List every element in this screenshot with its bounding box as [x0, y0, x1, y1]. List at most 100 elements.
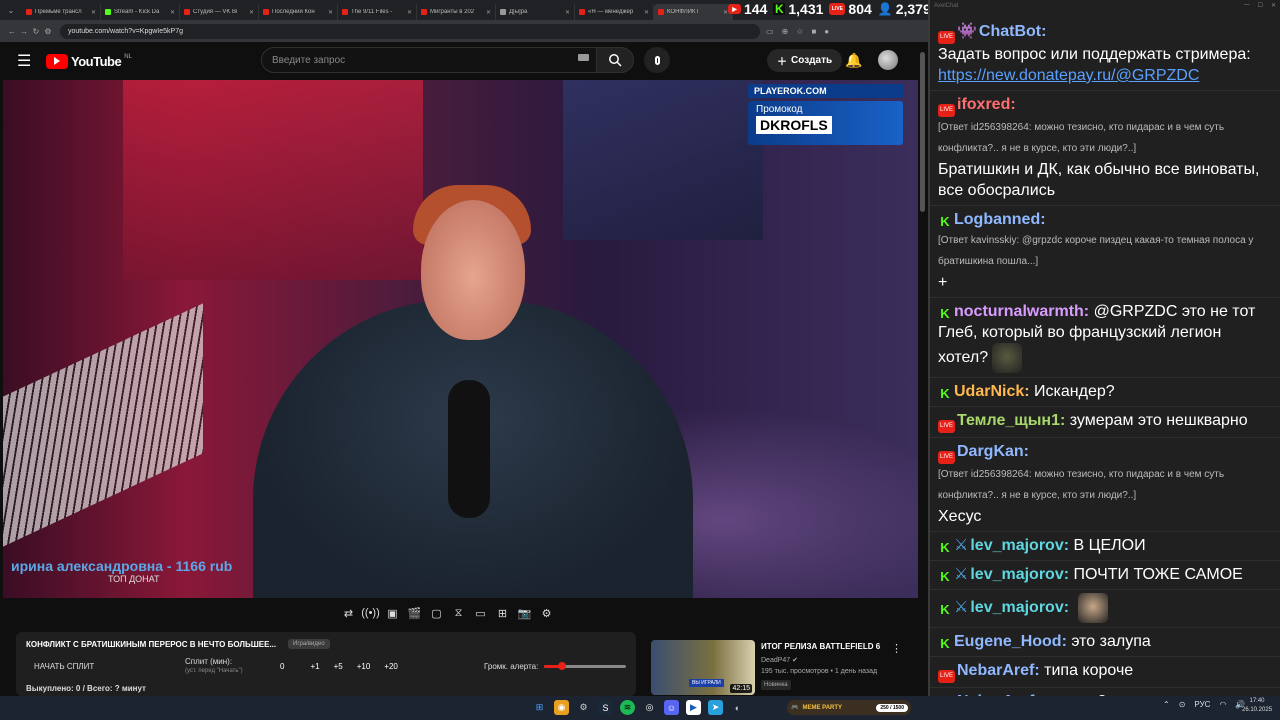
install-icon[interactable]: ▭ — [766, 27, 774, 36]
wifi-icon[interactable]: ◠ — [1219, 700, 1226, 709]
translate-icon[interactable]: ⊕ — [782, 27, 789, 36]
chat-username[interactable]: DargKan: — [957, 443, 1029, 460]
notifications-bell-icon[interactable]: 🔔 — [845, 52, 862, 69]
search-button[interactable] — [596, 47, 634, 73]
site-info-icon[interactable]: ⚙ — [42, 27, 54, 36]
more-options-icon[interactable]: ⋮ — [891, 642, 902, 655]
browser-tab[interactable]: Мигранты в 202 ✕ — [417, 4, 496, 20]
timer-icon[interactable]: ⧖ — [450, 605, 467, 622]
close-icon[interactable]: ✕ — [1271, 2, 1276, 9]
chat-link[interactable]: https://new.donatepay.ru/@GRPZDC — [938, 65, 1274, 86]
tab-close-icon[interactable]: ✕ — [170, 9, 175, 16]
browser-tab[interactable]: КОНФЛИКТ ✕ — [654, 4, 733, 20]
page-scrollbar[interactable] — [918, 42, 928, 696]
profile-icon[interactable]: ● — [824, 27, 829, 36]
chat-username[interactable]: Eugene_Hood: — [954, 633, 1067, 650]
recommended-title[interactable]: ИТОГ РЕЛИЗА BATTLEFIELD 6 — [761, 642, 880, 651]
search-input[interactable]: Введите запрос — [261, 47, 597, 73]
broadcast-icon[interactable]: ((•)) — [361, 605, 380, 622]
chat-username[interactable]: Темле_щын1: — [957, 412, 1065, 429]
forward-icon[interactable]: → — [18, 27, 30, 36]
browser-tab[interactable]: The 9/11 Files - ✕ — [338, 4, 417, 20]
avatar[interactable] — [878, 50, 898, 70]
chat-username[interactable]: Logbanned: — [954, 211, 1046, 228]
camera-icon[interactable]: 📷 — [516, 605, 533, 622]
tab-title: The 9/11 Files - — [351, 9, 393, 15]
loop-icon[interactable]: ⇄ — [340, 605, 357, 622]
spotify-icon[interactable]: ≋ — [620, 700, 635, 715]
chevron-up-icon[interactable]: ⌃ — [1163, 700, 1170, 709]
clock[interactable]: 17:40 26.10.2025 — [1242, 697, 1272, 715]
chat-username[interactable]: NebarAref: — [957, 662, 1040, 679]
tab-close-icon[interactable]: ✕ — [249, 9, 254, 16]
create-button[interactable]: ＋ Создать — [767, 49, 843, 72]
maximize-icon[interactable]: ☐ — [1258, 2, 1263, 9]
minimize-icon[interactable]: — — [1244, 2, 1250, 9]
tab-favicon-icon — [500, 9, 506, 15]
tab-close-icon[interactable]: ✕ — [407, 9, 412, 16]
chat-username[interactable]: ifoxred: — [957, 96, 1016, 113]
menu-icon[interactable]: ☰ — [17, 51, 33, 71]
telegram-icon[interactable]: ➤ — [708, 700, 723, 715]
volume-knob[interactable] — [558, 662, 567, 670]
recommended-thumbnail[interactable]: ВЫ ИГРАЛИ 42:15 — [651, 640, 755, 695]
scrollbar-thumb[interactable] — [920, 52, 925, 212]
screenshot-settings-icon[interactable]: ▣ — [384, 605, 401, 622]
split-value-0[interactable]: 0 — [280, 662, 284, 671]
obs-icon[interactable]: ◎ — [642, 700, 657, 715]
youtube-live-icon: LIVE — [938, 31, 955, 44]
tab-close-icon[interactable]: ✕ — [486, 9, 491, 16]
browser-tab[interactable]: Д[ы]ра ✕ — [496, 4, 575, 20]
chat-username[interactable]: lev_majorov: — [970, 599, 1069, 616]
keyboard-icon[interactable] — [578, 54, 589, 61]
settings-icon[interactable]: ⚙ — [576, 700, 591, 715]
language-indicator[interactable]: РУС — [1194, 700, 1210, 709]
add-box-icon[interactable]: ⊞ — [494, 605, 511, 622]
browser-tab[interactable]: Премьме трансл ✕ — [22, 4, 101, 20]
split-add-10-button[interactable]: +10 — [357, 662, 371, 671]
video-player[interactable]: PLAYEROK.COM Промокод DKROFLS ирина алек… — [3, 80, 918, 598]
split-add-5-button[interactable]: +5 — [334, 662, 343, 671]
reload-icon[interactable]: ↻ — [30, 27, 42, 36]
browser-tab[interactable]: Последний Кон ✕ — [259, 4, 338, 20]
picture-in-picture-icon[interactable]: ▢ — [428, 605, 445, 622]
meme-party-widget[interactable]: 🎮 MEME PARTY 250 / 1500 — [787, 700, 911, 715]
cinema-mode-icon[interactable]: ▭ — [472, 605, 489, 622]
start-windows-icon[interactable]: ⊞ — [532, 700, 547, 715]
chat-username[interactable]: UdarNick: — [954, 383, 1030, 400]
youtube-logo[interactable]: YouTube NL — [46, 53, 132, 69]
tab-close-icon[interactable]: ✕ — [328, 9, 333, 16]
alert-volume-slider[interactable] — [544, 662, 626, 670]
moderator-sword-icon: ⚔ — [954, 537, 969, 554]
tab-close-icon[interactable]: ✕ — [565, 9, 570, 16]
url-field[interactable]: youtube.com/watch?v=KpgwIe5kP7g — [60, 23, 760, 39]
recommended-channel[interactable]: DeadP47 ✔ — [761, 656, 798, 664]
media-icon[interactable]: ◐ — [730, 700, 745, 715]
extensions-icon[interactable]: ■ — [811, 27, 816, 36]
app-icon[interactable]: ▶ — [686, 700, 701, 715]
tab-search-icon[interactable]: ⌄ — [0, 0, 22, 20]
clapperboard-icon[interactable]: 🎬 — [406, 605, 423, 622]
chat-username[interactable]: lev_majorov: — [970, 537, 1069, 554]
bookmark-star-icon[interactable]: ☆ — [796, 27, 803, 36]
start-split-button[interactable]: НАЧАТЬ СПЛИТ — [34, 662, 94, 671]
browser-tab[interactable]: Stream - Kick Da ✕ — [101, 4, 180, 20]
discord-icon[interactable]: ☺ — [664, 700, 679, 715]
back-icon[interactable]: ← — [6, 27, 18, 36]
tab-close-icon[interactable]: ✕ — [644, 9, 649, 16]
steam-icon[interactable]: S — [598, 700, 613, 715]
network-icon[interactable]: ⊙ — [1179, 700, 1186, 709]
chat-username[interactable]: ChatBot: — [979, 23, 1047, 40]
browser-tab[interactable]: «Я — менеджер ✕ — [575, 4, 654, 20]
settings-gear-icon[interactable]: ⚙ — [538, 605, 555, 622]
chat-username[interactable]: nocturnalwarmth: — [954, 303, 1089, 320]
split-add-20-button[interactable]: +20 — [384, 662, 398, 671]
tab-close-icon[interactable]: ✕ — [91, 9, 96, 16]
chat-message: LIVE NebarAref: типа короче — [930, 657, 1280, 688]
chat-username[interactable]: lev_majorov: — [970, 566, 1069, 583]
recommended-video[interactable]: ВЫ ИГРАЛИ 42:15 ИТОГ РЕЛИЗА BATTLEFIELD … — [651, 640, 911, 695]
browser-tab[interactable]: Студия — VK Bi ✕ — [180, 4, 259, 20]
split-add-1-button[interactable]: +1 — [310, 662, 319, 671]
chrome-icon[interactable]: ◉ — [554, 700, 569, 715]
voice-search-button[interactable] — [644, 47, 670, 73]
